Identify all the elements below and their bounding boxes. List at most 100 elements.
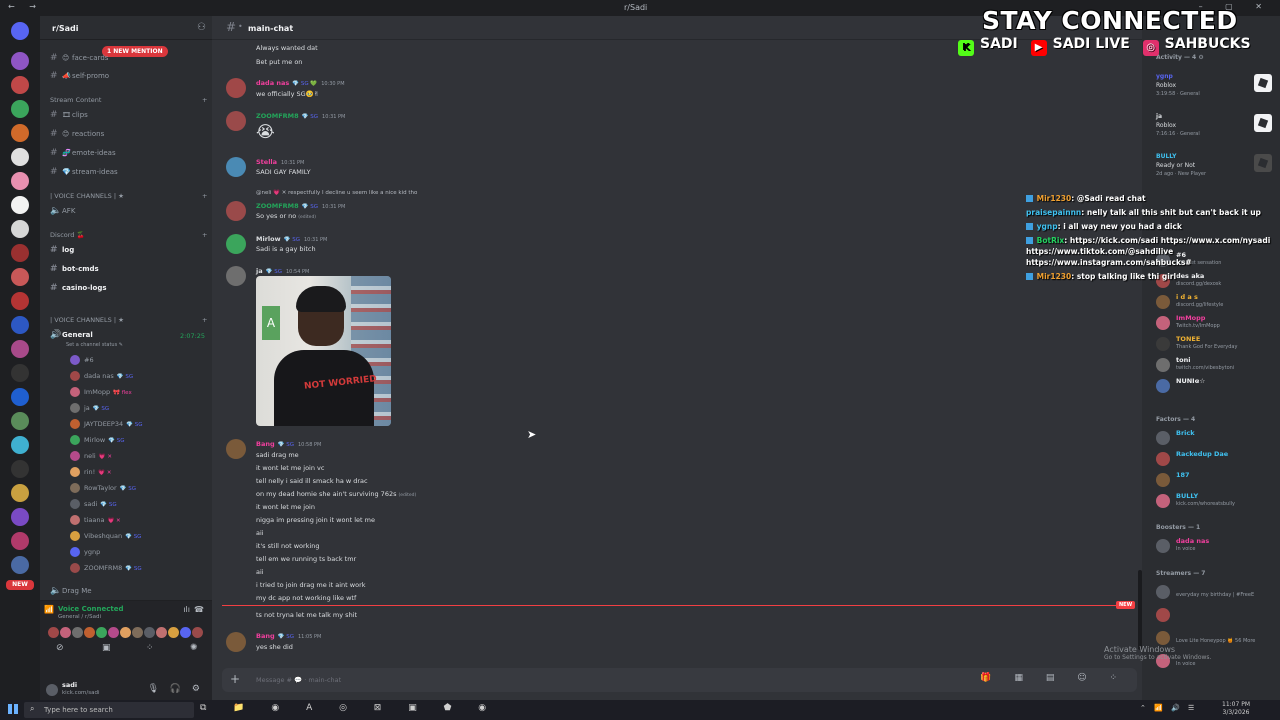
avatar[interactable]	[226, 157, 246, 177]
avatar[interactable]	[226, 266, 246, 286]
avatar[interactable]	[70, 563, 80, 573]
channel-clips[interactable]: # 🎞clips	[50, 108, 205, 122]
channel-stream-ideas[interactable]: # 💎stream-ideas	[50, 165, 205, 179]
member-item[interactable]: Rackedup Dae	[1156, 449, 1276, 469]
server-icon[interactable]	[11, 100, 29, 118]
voice-user[interactable]: #6	[70, 353, 97, 367]
activity-card[interactable]: ygnp Roblox 3:19:58 · General	[1156, 72, 1276, 99]
category-stream-content[interactable]: Stream Content +	[50, 96, 207, 104]
voice-user[interactable]: ImMopp 🎀 flex	[70, 385, 132, 399]
server-icon[interactable]	[11, 436, 29, 454]
channel-status[interactable]: Set a channel status ✎	[66, 342, 123, 348]
soundboard-icon[interactable]: ✺	[190, 643, 198, 653]
message-username[interactable]: Stella	[256, 158, 277, 166]
avatar[interactable]	[1156, 608, 1170, 622]
avatar[interactable]	[70, 419, 80, 429]
member-item[interactable]: i d a s discord.gg/lifestyle	[1156, 292, 1276, 312]
screen-share-icon[interactable]: ▣	[102, 643, 111, 653]
message-input[interactable]: Message # 💬 · main-chat	[256, 676, 341, 684]
avatar[interactable]	[70, 499, 80, 509]
voice-user[interactable]: JAYTDEEP34 💎 SG	[70, 417, 142, 431]
message-username[interactable]: ja	[256, 267, 263, 275]
message-composer[interactable]: + Message # 💬 · main-chat 🎁 ▦ ▤ ☺ ⁘	[222, 668, 1137, 692]
add-channel-icon[interactable]: +	[202, 316, 207, 324]
invite-icon[interactable]: ⚇	[197, 22, 206, 33]
server-icon[interactable]	[11, 460, 29, 478]
server-icon[interactable]	[11, 124, 29, 142]
member-item[interactable]: Brick	[1156, 428, 1276, 448]
server-icon[interactable]	[11, 52, 29, 70]
message-username[interactable]: Mirlow	[256, 235, 281, 243]
voice-user[interactable]: Mirlow 💎 SG	[70, 433, 125, 447]
server-icon[interactable]	[11, 412, 29, 430]
avatar[interactable]	[226, 201, 246, 221]
channel-bot-cmds[interactable]: # bot-cmds	[50, 262, 205, 276]
server-icon-dm[interactable]	[11, 22, 29, 40]
message-username[interactable]: ZOOMFRM8	[256, 202, 299, 210]
voice-channel-drag-me[interactable]: 🔈Drag Me	[50, 584, 205, 598]
category-voice-channels[interactable]: | VOICE CHANNELS | ★ +	[50, 192, 207, 200]
channel-self-promo[interactable]: # 📣self-promo	[50, 69, 205, 83]
server-icon[interactable]	[11, 244, 29, 262]
avatar[interactable]	[226, 78, 246, 98]
server-icon[interactable]	[11, 172, 29, 190]
message-username[interactable]: ZOOMFRM8	[256, 112, 299, 120]
system-tray[interactable]: ⌃ 📶 🔊 ☰	[1140, 704, 1197, 712]
server-icon[interactable]	[11, 388, 29, 406]
avatar[interactable]	[1156, 631, 1170, 645]
voice-connected-subtitle[interactable]: General / r/Sadi	[58, 614, 101, 620]
server-icon[interactable]	[11, 508, 29, 526]
channel-reactions[interactable]: # 😊 reactions	[50, 127, 205, 141]
avatar[interactable]	[1156, 316, 1170, 330]
member-item[interactable]: BULLY kick.com/whoreatsbully	[1156, 491, 1276, 511]
voice-user[interactable]: tiaana 💗 ✕	[70, 513, 121, 527]
voice-user[interactable]: ZOOMFRM8 💎 SG	[70, 561, 142, 575]
user-controls[interactable]: 🎙 🎧 ⚙	[148, 684, 204, 694]
voice-user[interactable]: sadi 💎 SG	[70, 497, 117, 511]
avatar[interactable]	[226, 439, 246, 459]
avatar[interactable]	[70, 531, 80, 541]
server-icon[interactable]	[11, 484, 29, 502]
server-header[interactable]: r/Sadi ⚇	[40, 16, 212, 40]
avatar[interactable]	[1156, 452, 1170, 466]
member-item[interactable]: NUNIɞ☆	[1156, 376, 1276, 396]
member-item[interactable]: ImMopp Twitch.tv/ImMopp	[1156, 313, 1276, 333]
camera-off-icon[interactable]: ⊘	[56, 643, 64, 653]
server-icon[interactable]	[11, 268, 29, 286]
add-channel-icon[interactable]: +	[202, 96, 207, 104]
disconnect-icon[interactable]: ☎	[194, 605, 204, 614]
avatar[interactable]	[46, 684, 58, 696]
server-icon[interactable]	[11, 364, 29, 382]
voice-user[interactable]: rin! 💗 ✕	[70, 465, 111, 479]
add-channel-icon[interactable]: +	[202, 192, 207, 200]
server-icon[interactable]	[11, 292, 29, 310]
member-item[interactable]	[1156, 605, 1276, 625]
server-icon[interactable]	[11, 556, 29, 574]
avatar[interactable]	[226, 632, 246, 652]
nav-arrows[interactable]: ← →	[8, 2, 42, 11]
server-icon[interactable]	[11, 316, 29, 334]
server-icon[interactable]	[11, 220, 29, 238]
taskbar-search[interactable]: ⌕ Type here to search	[24, 702, 194, 718]
category-voice-channels[interactable]: | VOICE CHANNELS | ★ +	[50, 316, 207, 324]
server-icon[interactable]	[11, 148, 29, 166]
avatar[interactable]	[1156, 585, 1170, 599]
channel-log[interactable]: # log	[50, 243, 205, 257]
avatar[interactable]	[1156, 295, 1170, 309]
activity-card[interactable]: BULLY Ready or Not 2d ago · New Player	[1156, 152, 1276, 179]
server-icon[interactable]	[11, 196, 29, 214]
channel-emote-ideas[interactable]: # 🧬emote-ideas	[50, 146, 205, 160]
avatar[interactable]	[70, 547, 80, 557]
activities-icon[interactable]: ⁘	[146, 643, 154, 653]
noise-suppression-icon[interactable]: ılı	[183, 605, 190, 614]
avatar[interactable]	[1156, 539, 1170, 553]
message-username[interactable]: dada nas	[256, 79, 289, 87]
windows-start-icon[interactable]	[8, 704, 18, 714]
server-icon[interactable]	[11, 532, 29, 550]
member-item[interactable]: 187	[1156, 470, 1276, 490]
image-attachment[interactable]: A NOT WORRIED	[256, 276, 391, 426]
avatar[interactable]	[70, 371, 80, 381]
message-username[interactable]: Bang	[256, 632, 275, 640]
add-channel-icon[interactable]: +	[202, 231, 207, 239]
voice-user[interactable]: neli 💗 ✕	[70, 449, 112, 463]
